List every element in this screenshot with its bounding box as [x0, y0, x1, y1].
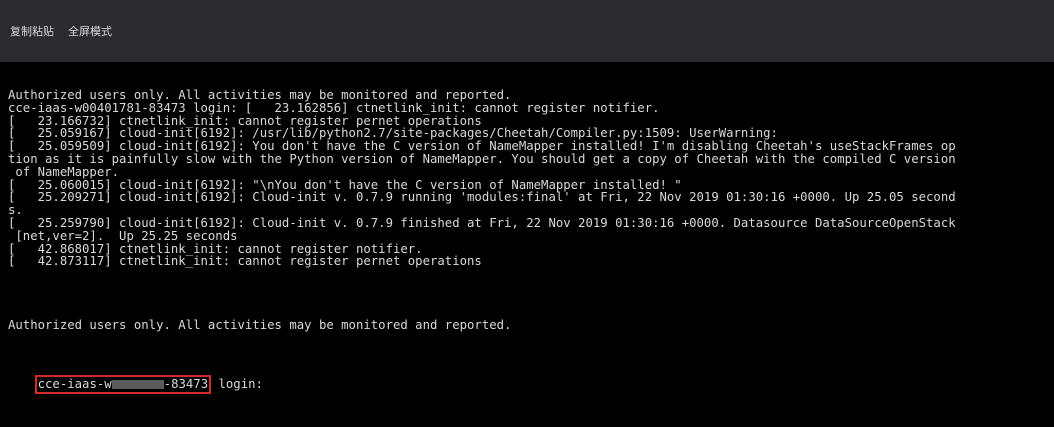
- fullscreen-button[interactable]: 全屏模式: [68, 23, 112, 39]
- terminal-line: of NameMapper.: [8, 164, 120, 179]
- terminal-line: [ 25.259790] cloud-init[6192]: Cloud-ini…: [8, 215, 956, 230]
- login-prompt-text: login:: [211, 376, 263, 391]
- login-prompt-line: cce-iaas-w -83473 login:: [8, 365, 263, 406]
- hostname-highlight-box: cce-iaas-w -83473: [34, 374, 212, 394]
- terminal-line: Authorized users only. All activities ma…: [8, 88, 512, 102]
- copy-paste-button[interactable]: 复制粘贴: [10, 23, 54, 39]
- terminal-line: tion as it is painfully slow with the Py…: [8, 151, 956, 166]
- hostname-suffix: -83473: [163, 376, 209, 391]
- redacted-hostname-block: [111, 379, 164, 389]
- terminal-console[interactable]: Authorized users only. All activities ma…: [0, 62, 1054, 427]
- hostname-prefix: cce-iaas-w: [37, 376, 112, 391]
- terminal-output: Authorized users only. All activities ma…: [8, 89, 956, 332]
- terminal-line: [ 42.873117] ctnetlink_init: cannot regi…: [8, 254, 482, 269]
- terminal-line: [net,ver=2]. Up 25.25 seconds: [8, 228, 238, 243]
- console-toolbar: 复制粘贴 全屏模式: [0, 0, 1054, 62]
- terminal-line: cce-iaas-w00401781-83473 login: [ 23.162…: [8, 100, 660, 115]
- terminal-line: Authorized users only. All activities ma…: [8, 318, 512, 333]
- terminal-line: [ 25.209271] cloud-init[6192]: Cloud-ini…: [8, 190, 956, 205]
